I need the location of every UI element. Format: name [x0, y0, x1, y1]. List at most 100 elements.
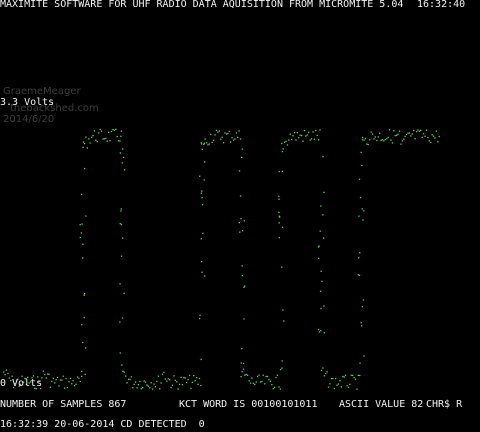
trace-level-point — [269, 380, 271, 382]
trace-edge-point — [318, 257, 320, 259]
trace-level-point — [247, 374, 249, 376]
trace-level-point — [42, 370, 44, 372]
trace-edge-point — [203, 179, 205, 181]
trace-level-point — [401, 140, 403, 142]
trace-level-point — [76, 376, 79, 378]
trace-edge-point — [278, 237, 280, 239]
trace-level-point — [225, 133, 228, 135]
trace-level-point — [55, 379, 57, 381]
trace-level-point — [364, 137, 367, 140]
trace-level-point — [190, 387, 192, 390]
sample-count: NUMBER OF SAMPLES 867 — [0, 399, 127, 410]
trace-level-point — [217, 131, 219, 133]
trace-edge-point — [278, 222, 280, 224]
trace-level-point — [258, 374, 260, 376]
trace-level-point — [388, 129, 391, 131]
trace-level-point — [370, 131, 372, 133]
trace-level-point — [123, 371, 125, 373]
status-line: 16:32:39 20-06-2014 CD DETECTED 0 — [0, 419, 205, 430]
trace-level-point — [198, 377, 201, 380]
trace-level-point — [218, 130, 220, 132]
trace-level-point — [438, 135, 440, 138]
trace-level-point — [220, 138, 222, 140]
trace-edge-point — [240, 375, 242, 378]
trace-edge-point — [119, 321, 121, 323]
trace-edge-point — [283, 320, 285, 322]
trace-edge-point — [82, 243, 84, 245]
trace-level-point — [357, 374, 359, 376]
trace-edge-point — [79, 236, 81, 239]
chr-value: CHR$ R — [426, 399, 463, 410]
trace-level-point — [163, 371, 165, 373]
trace-level-point — [52, 377, 54, 380]
trace-level-point — [302, 140, 304, 142]
trace-level-point — [176, 381, 178, 383]
trace-edge-point — [238, 222, 240, 224]
trace-level-point — [319, 129, 321, 131]
trace-level-point — [129, 378, 131, 381]
trace-level-point — [239, 138, 242, 140]
trace-level-point — [242, 368, 245, 370]
trace-level-point — [73, 385, 76, 387]
trace-edge-point — [201, 271, 203, 273]
trace-edge-point — [323, 332, 325, 334]
trace-level-point — [374, 136, 376, 138]
trace-level-point — [86, 147, 88, 149]
trace-level-point — [435, 130, 437, 132]
trace-level-point — [119, 140, 121, 142]
trace-level-point — [142, 386, 144, 389]
trace-level-point — [286, 144, 289, 146]
trace-level-point — [83, 143, 86, 145]
trace-level-point — [421, 136, 423, 138]
trace-level-point — [265, 375, 267, 378]
trace-edge-point — [123, 169, 126, 171]
trace-level-point — [135, 381, 137, 383]
trace-level-point — [228, 130, 230, 132]
trace-level-point — [255, 381, 257, 383]
trace-level-point — [200, 384, 202, 387]
trace-edge-point — [83, 167, 86, 170]
trace-level-point — [320, 369, 323, 372]
trace-level-point — [369, 139, 371, 141]
trace-edge-point — [79, 224, 81, 226]
trace-level-point — [61, 379, 63, 381]
trace-level-point — [373, 138, 375, 140]
trace-level-point — [177, 388, 179, 390]
trace-level-point — [411, 133, 413, 135]
trace-level-point — [333, 387, 335, 390]
trace-edge-point — [318, 331, 321, 333]
trace-level-point — [150, 382, 152, 384]
trace-edge-point — [201, 260, 203, 263]
trace-level-point — [326, 371, 328, 373]
trace-level-point — [149, 387, 151, 389]
trace-edge-point — [323, 305, 325, 307]
trace-level-point — [306, 134, 308, 136]
trace-level-point — [295, 139, 297, 141]
trace-level-point — [224, 132, 226, 134]
trace-level-point — [394, 135, 396, 137]
trace-level-point — [366, 143, 368, 145]
trace-level-point — [428, 140, 430, 142]
trace-level-point — [363, 139, 365, 141]
trace-level-point — [78, 377, 80, 379]
trace-level-point — [252, 382, 254, 384]
trace-edge-point — [81, 370, 83, 373]
trace-edge-point — [121, 364, 123, 366]
trace-edge-point — [278, 195, 280, 198]
trace-level-point — [164, 378, 166, 380]
trace-level-point — [214, 134, 216, 136]
trace-level-point — [386, 138, 388, 140]
trace-edge-point — [281, 266, 283, 268]
trace-edge-point — [242, 230, 244, 232]
trace-edge-point — [282, 309, 284, 311]
trace-level-point — [248, 380, 250, 382]
trace-edge-point — [244, 285, 246, 287]
trace-level-point — [234, 138, 236, 140]
trace-level-point — [398, 130, 401, 132]
trace-level-point — [7, 372, 9, 375]
trace-edge-point — [279, 368, 282, 371]
trace-edge-point — [358, 178, 361, 180]
trace-level-point — [352, 374, 354, 377]
trace-level-point — [381, 139, 384, 141]
trace-edge-point — [361, 139, 364, 141]
